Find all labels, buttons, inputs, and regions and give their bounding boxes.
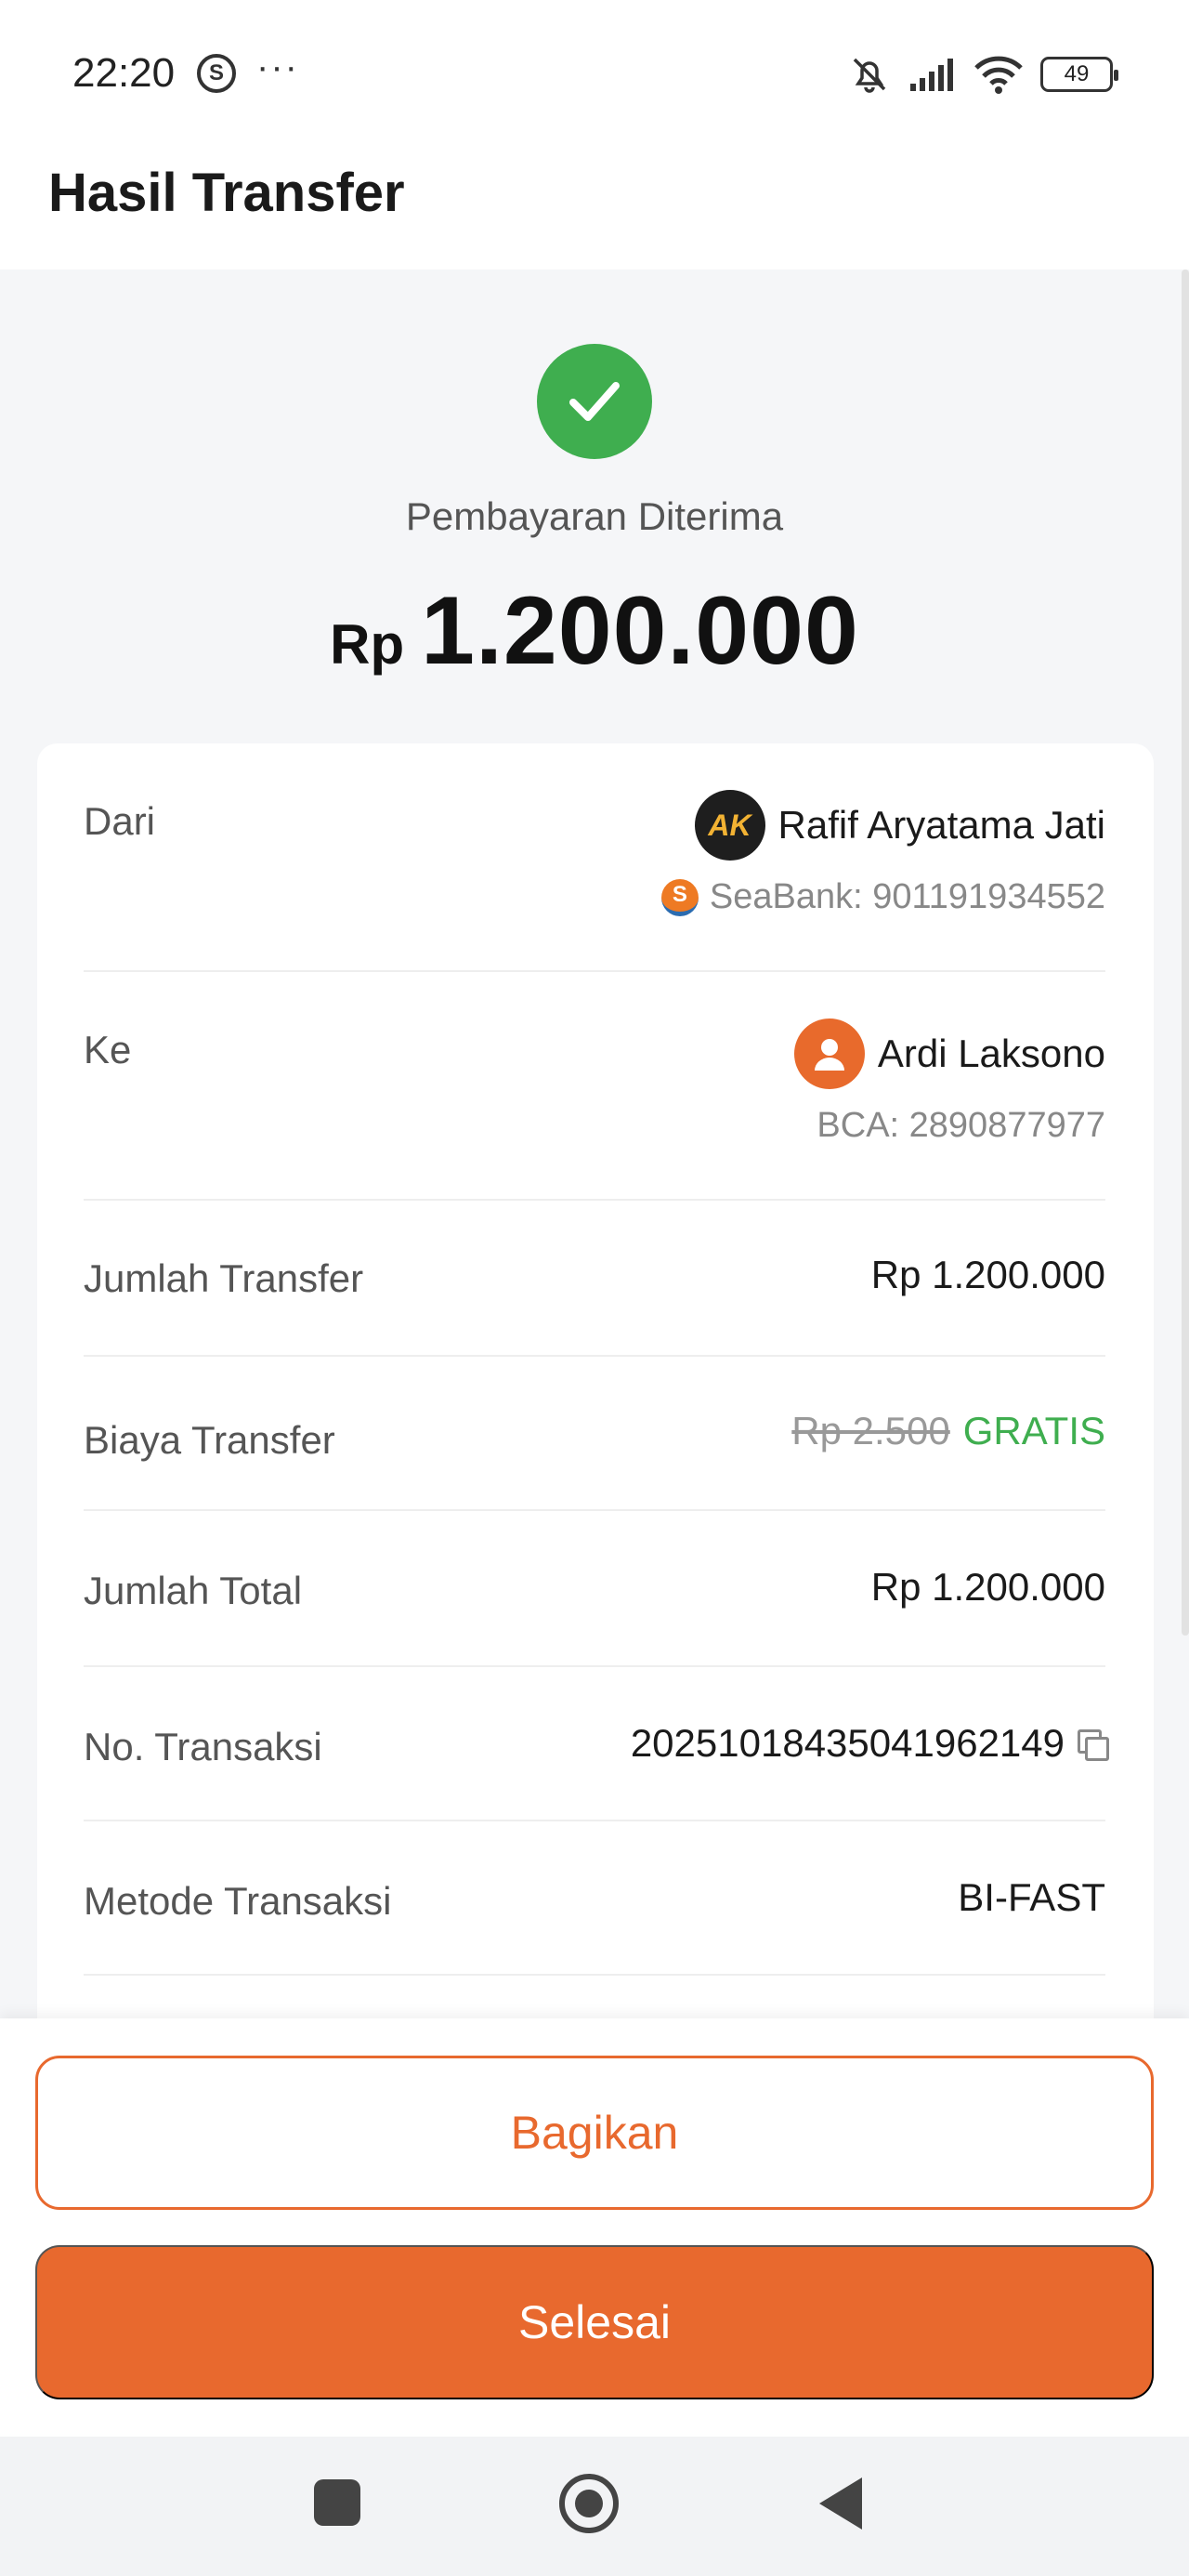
transfer-details-card: Dari AK Rafif Aryatama Jati S SeaBank: 9…	[37, 743, 1154, 2044]
status-bar: 22:20 S ··· 49	[0, 0, 1189, 149]
row-to: Ke Ardi Laksono BCA: 2890877977	[84, 972, 1105, 1201]
recipient-name: Ardi Laksono	[877, 1032, 1105, 1075]
recipient-account: BCA: 2890877977	[817, 1106, 1105, 1145]
status-icons: 49	[847, 52, 1118, 97]
row-value: BI-FAST	[958, 1875, 1105, 1920]
row-label: Jumlah Total	[84, 1569, 303, 1612]
seabank-logo-icon: S	[660, 878, 699, 916]
recipient-name-line: Ardi Laksono	[793, 1019, 1105, 1089]
transfer-amount-value: Rp 1.200.000	[870, 1253, 1105, 1296]
back-button[interactable]	[819, 2477, 862, 2530]
signal-icon	[910, 59, 953, 91]
more-notifications-icon: ···	[256, 46, 299, 87]
row-from: Dari AK Rafif Aryatama Jati S SeaBank: 9…	[84, 743, 1105, 972]
page-header: Hasil Transfer	[0, 149, 1189, 269]
row-transfer-amount: Jumlah Transfer Rp 1.200.000	[84, 1201, 1105, 1357]
home-button[interactable]	[559, 2474, 619, 2533]
transaction-method: BI-FAST	[958, 1875, 1105, 1919]
row-label: No. Transaksi	[84, 1725, 322, 1768]
person-icon	[793, 1019, 865, 1089]
sender-name: Rafif Aryatama Jati	[777, 803, 1105, 847]
sender-avatar: AK	[694, 790, 765, 861]
action-panel: Bagikan Selesai	[0, 2018, 1189, 2437]
payment-status: Pembayaran Diterima	[405, 494, 784, 538]
amount-currency: Rp	[330, 613, 405, 676]
row-total: Jumlah Total Rp 1.200.000	[84, 1511, 1105, 1667]
scrollbar[interactable]	[1182, 269, 1189, 1636]
sender-account: SeaBank: 901191934552	[709, 877, 1105, 916]
share-button[interactable]: Bagikan	[35, 2056, 1154, 2210]
row-transaction-no: No. Transaksi 20251018435041962149	[84, 1667, 1109, 1821]
row-value: Rp 2.500 GRATIS	[791, 1409, 1105, 1453]
sender-name-line: AK Rafif Aryatama Jati	[694, 790, 1105, 861]
row-label: Biaya Transfer	[84, 1418, 335, 1462]
row-transfer-fee: Biaya Transfer Rp 2.500 GRATIS	[84, 1357, 1105, 1511]
done-button[interactable]: Selesai	[35, 2245, 1154, 2399]
row-label: Metode Transaksi	[84, 1879, 392, 1923]
copy-icon[interactable]	[1078, 1729, 1109, 1761]
silent-bell-icon	[853, 58, 886, 93]
system-nav-bar	[0, 2437, 1189, 2576]
transaction-number: 20251018435041962149	[630, 1721, 1065, 1765]
amount-value: 1.200.000	[421, 577, 859, 685]
sender-account-line: S SeaBank: 901191934552	[660, 877, 1105, 917]
fee-free-label: GRATIS	[962, 1409, 1105, 1452]
original-fee: Rp 2.500	[791, 1409, 950, 1452]
transfer-amount-hero: Rp 1.200.000	[0, 576, 1189, 687]
wifi-icon	[974, 56, 1023, 94]
row-label: Dari	[84, 799, 156, 843]
battery-icon: 49	[1040, 57, 1118, 92]
row-value: 20251018435041962149	[630, 1721, 1109, 1766]
recents-button[interactable]	[314, 2479, 360, 2526]
recipient-account-line: BCA: 2890877977	[817, 1106, 1105, 1146]
row-label: Ke	[84, 1028, 132, 1071]
seabank-notification-icon: S	[197, 54, 236, 93]
transfer-result-screen: 22:20 S ··· 49 Hasil Transfer Pembayaran…	[0, 0, 1189, 2576]
check-icon	[537, 344, 652, 459]
row-value: Rp 1.200.000	[871, 1565, 1105, 1610]
row-label: Jumlah Transfer	[84, 1256, 364, 1300]
total-value: Rp 1.200.000	[870, 1565, 1105, 1609]
row-value: Rp 1.200.000	[871, 1253, 1105, 1297]
status-time: 22:20	[72, 50, 176, 96]
page-title: Hasil Transfer	[48, 163, 405, 223]
row-method: Metode Transaksi BI-FAST	[84, 1821, 1105, 1976]
